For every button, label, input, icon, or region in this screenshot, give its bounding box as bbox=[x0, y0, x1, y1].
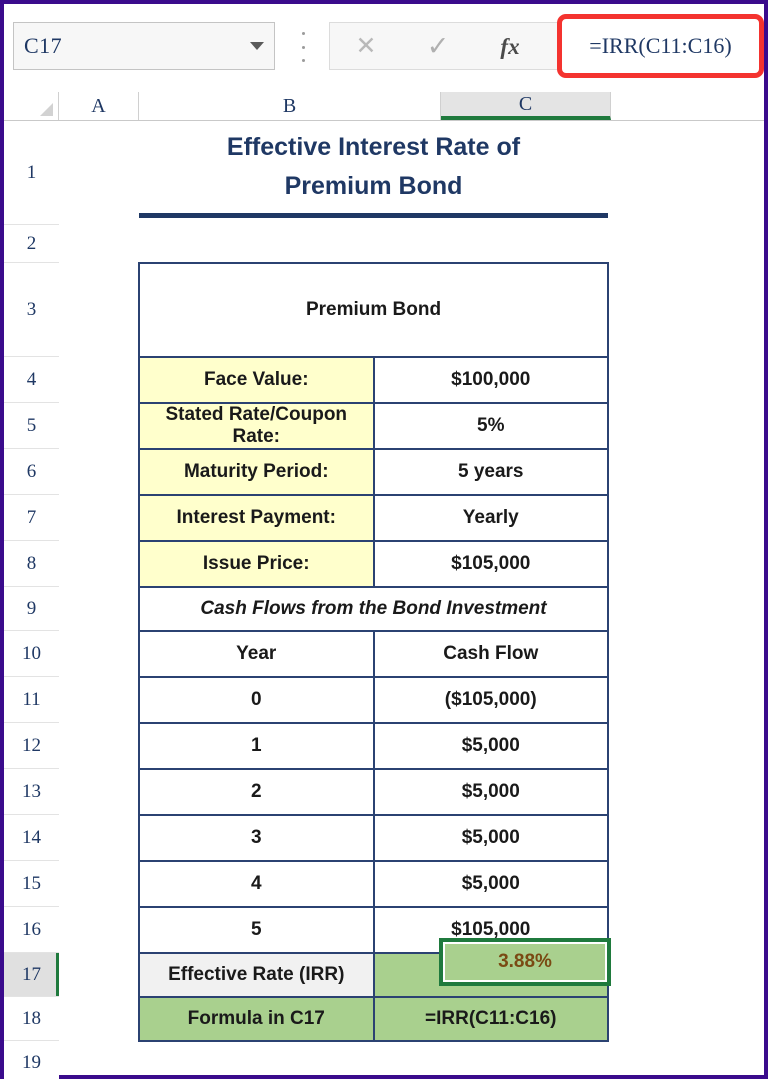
table-header-cell: Premium Bond bbox=[138, 262, 609, 358]
table-row-spacer bbox=[139, 225, 608, 263]
dot bbox=[301, 32, 305, 35]
table-row: Interest Payment: Yearly bbox=[138, 494, 609, 542]
cashflow-year-1[interactable]: 1 bbox=[138, 722, 375, 770]
sheet-title-cell: Effective Interest Rate of Premium Bond bbox=[139, 121, 608, 225]
select-all-icon bbox=[40, 103, 53, 116]
cashflow-amount-0[interactable]: ($105,000) bbox=[372, 676, 609, 724]
select-all-corner[interactable] bbox=[4, 92, 59, 120]
column-header-overflow bbox=[611, 92, 764, 120]
cashflow-header-year: Year bbox=[138, 630, 375, 678]
table-row-title: Effective Interest Rate of Premium Bond bbox=[139, 121, 608, 225]
row-header-5[interactable]: 5 bbox=[4, 403, 59, 449]
effective-rate-label: Effective Rate (IRR) bbox=[138, 952, 375, 998]
cashflow-amount-2[interactable]: $5,000 bbox=[372, 768, 609, 816]
param-value-interest-payment[interactable]: Yearly bbox=[372, 494, 609, 542]
cashflow-year-4[interactable]: 4 bbox=[138, 860, 375, 908]
row-header-13[interactable]: 13 bbox=[4, 769, 59, 815]
formula-in-c17-label: Formula in C17 bbox=[138, 996, 375, 1042]
row-header-12[interactable]: 12 bbox=[4, 723, 59, 769]
cashflow-amount-4[interactable]: $5,000 bbox=[372, 860, 609, 908]
cashflow-header-cash-flow: Cash Flow bbox=[372, 630, 609, 678]
param-label-issue-price: Issue Price: bbox=[138, 540, 375, 588]
table-row: Issue Price: $105,000 bbox=[138, 540, 609, 588]
param-value-stated-rate[interactable]: 5% bbox=[372, 402, 609, 450]
param-label-maturity-period: Maturity Period: bbox=[138, 448, 375, 496]
cancel-icon[interactable]: ✕ bbox=[330, 33, 402, 59]
cashflow-year-3[interactable]: 3 bbox=[138, 814, 375, 862]
premium-bond-table: Effective Interest Rate of Premium Bond … bbox=[138, 121, 609, 1042]
cashflow-section-title: Cash Flows from the Bond Investment bbox=[138, 586, 609, 632]
table-row: Maturity Period: 5 years bbox=[138, 448, 609, 496]
row-header-14[interactable]: 14 bbox=[4, 815, 59, 861]
cashflow-year-0[interactable]: 0 bbox=[138, 676, 375, 724]
worksheet-grid: Effective Interest Rate of Premium Bond … bbox=[59, 121, 764, 1075]
row-header-18[interactable]: 18 bbox=[4, 997, 59, 1041]
row-header-column: 1 2 3 4 5 6 7 8 9 10 11 12 13 14 15 16 1… bbox=[4, 121, 60, 1079]
formula-in-c17-value[interactable]: =IRR(C11:C16) bbox=[372, 996, 609, 1042]
cashflow-year-2[interactable]: 2 bbox=[138, 768, 375, 816]
spacer-cell bbox=[139, 225, 608, 263]
param-value-maturity-period[interactable]: 5 years bbox=[372, 448, 609, 496]
column-header-b[interactable]: B bbox=[139, 92, 441, 120]
param-label-interest-payment: Interest Payment: bbox=[138, 494, 375, 542]
sheet-title-line2: Premium Bond bbox=[284, 171, 463, 200]
table-row: 0 ($105,000) bbox=[138, 676, 609, 724]
table-row: 3 $5,000 bbox=[138, 814, 609, 862]
row-header-8[interactable]: 8 bbox=[4, 541, 59, 587]
active-cell-value: 3.88% bbox=[498, 951, 552, 972]
param-value-issue-price[interactable]: $105,000 bbox=[372, 540, 609, 588]
row-header-17[interactable]: 17 bbox=[4, 953, 60, 997]
table-row: 2 $5,000 bbox=[138, 768, 609, 816]
table-row-formula: Formula in C17 =IRR(C11:C16) bbox=[138, 996, 609, 1042]
row-header-1[interactable]: 1 bbox=[4, 121, 59, 225]
table-row-cashflow-header: Year Cash Flow bbox=[138, 630, 609, 678]
cashflow-year-5[interactable]: 5 bbox=[138, 906, 375, 954]
formula-bar-drag-handle[interactable] bbox=[300, 32, 306, 62]
row-header-2[interactable]: 2 bbox=[4, 225, 59, 263]
column-header-c[interactable]: C bbox=[441, 92, 611, 120]
row-header-3[interactable]: 3 bbox=[4, 263, 59, 357]
chevron-down-icon[interactable] bbox=[250, 42, 264, 50]
column-header-row: A B C bbox=[4, 92, 764, 121]
row-header-9[interactable]: 9 bbox=[4, 587, 59, 631]
param-label-face-value: Face Value: bbox=[138, 356, 375, 404]
row-header-15[interactable]: 15 bbox=[4, 861, 59, 907]
formula-input[interactable]: =IRR(C11:C16) bbox=[557, 14, 764, 78]
formula-input-value: =IRR(C11:C16) bbox=[589, 33, 732, 58]
excel-worksheet-page: C17 ✕ ✓ fx =IRR(C11:C16) A B C 1 2 3 4 5… bbox=[0, 0, 768, 1079]
table-row-section-title: Cash Flows from the Bond Investment bbox=[138, 586, 609, 632]
row-header-19[interactable]: 19 bbox=[4, 1041, 59, 1079]
row-header-6[interactable]: 6 bbox=[4, 449, 59, 495]
table-row-header: Premium Bond bbox=[138, 262, 609, 358]
table-row: 1 $5,000 bbox=[138, 722, 609, 770]
table-row: 4 $5,000 bbox=[138, 860, 609, 908]
table-row: Face Value: $100,000 bbox=[138, 356, 609, 404]
row-header-10[interactable]: 10 bbox=[4, 631, 59, 677]
enter-icon[interactable]: ✓ bbox=[402, 32, 474, 60]
param-label-stated-rate: Stated Rate/Coupon Rate: bbox=[138, 402, 375, 450]
formula-bar-strip: C17 ✕ ✓ fx =IRR(C11:C16) bbox=[4, 4, 764, 88]
insert-function-icon[interactable]: fx bbox=[474, 35, 546, 58]
dot bbox=[301, 59, 305, 62]
column-header-a[interactable]: A bbox=[59, 92, 139, 120]
sheet-title-line1: Effective Interest Rate of bbox=[226, 132, 521, 161]
table-row: Stated Rate/Coupon Rate: 5% bbox=[138, 402, 609, 450]
row-header-11[interactable]: 11 bbox=[4, 677, 59, 723]
sheet-title: Effective Interest Rate of Premium Bond bbox=[139, 128, 608, 219]
name-box[interactable]: C17 bbox=[13, 22, 275, 70]
name-box-value: C17 bbox=[24, 33, 63, 58]
row-header-7[interactable]: 7 bbox=[4, 495, 59, 541]
row-header-4[interactable]: 4 bbox=[4, 357, 59, 403]
active-cell-c17[interactable]: 3.88% bbox=[439, 938, 611, 986]
dot bbox=[301, 45, 305, 49]
param-value-face-value[interactable]: $100,000 bbox=[372, 356, 609, 404]
cashflow-amount-1[interactable]: $5,000 bbox=[372, 722, 609, 770]
cashflow-amount-3[interactable]: $5,000 bbox=[372, 814, 609, 862]
row-header-16[interactable]: 16 bbox=[4, 907, 59, 953]
